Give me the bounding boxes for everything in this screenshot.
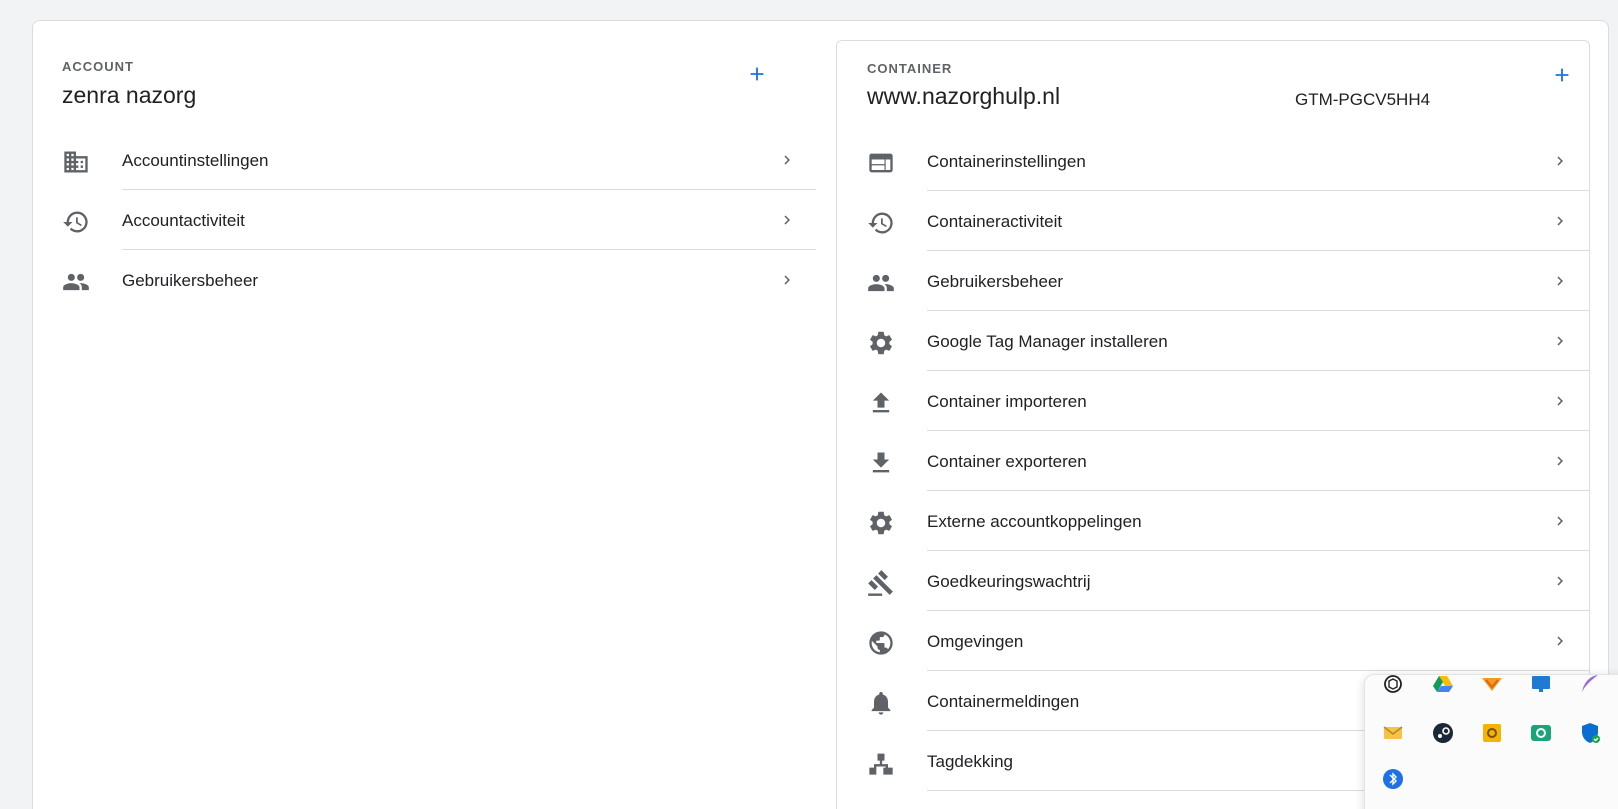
chevron-right-icon xyxy=(1551,272,1569,290)
gear-icon xyxy=(867,509,895,537)
menu-item-label: Containeractiviteit xyxy=(927,212,1063,231)
chevron-right-icon xyxy=(778,151,796,169)
history-icon xyxy=(62,208,90,236)
menu-item-label: Gebruikersbeheer xyxy=(122,271,259,290)
sync-icon[interactable] xyxy=(1529,721,1553,745)
menu-item-container-activity[interactable]: Containeractiviteit xyxy=(867,191,1589,251)
menu-item-container-user-management[interactable]: Gebruikersbeheer xyxy=(867,251,1589,311)
people-icon xyxy=(62,268,90,296)
chevron-right-icon xyxy=(1551,392,1569,410)
account-menu: Accountinstellingen Accountactiviteit Ge… xyxy=(62,130,816,310)
menu-item-approval-queue[interactable]: Goedkeuringswachtrij xyxy=(867,551,1589,611)
chevron-right-icon xyxy=(1551,332,1569,350)
chevron-right-icon xyxy=(1551,452,1569,470)
container-section-label: CONTAINER xyxy=(867,61,953,76)
winamp-icon[interactable] xyxy=(1480,672,1504,696)
menu-item-account-user-management[interactable]: Gebruikersbeheer xyxy=(62,250,816,310)
defender-shield-icon[interactable] xyxy=(1578,721,1602,745)
menu-item-environments[interactable]: Omgevingen xyxy=(867,611,1589,671)
chevron-right-icon xyxy=(1551,512,1569,530)
chevron-right-icon xyxy=(1551,632,1569,650)
monitor-icon[interactable] xyxy=(1529,672,1553,696)
chevron-right-icon xyxy=(1551,152,1569,170)
plus-icon xyxy=(1555,68,1569,82)
menu-item-export-container[interactable]: Container exporteren xyxy=(867,431,1589,491)
feather-icon[interactable] xyxy=(1578,672,1602,696)
menu-item-label: Google Tag Manager installeren xyxy=(927,332,1168,351)
menu-item-label: Accountinstellingen xyxy=(122,151,269,170)
menu-item-label: Omgevingen xyxy=(927,632,1024,651)
globe-icon xyxy=(867,629,895,657)
chevron-right-icon xyxy=(1551,212,1569,230)
google-drive-icon[interactable] xyxy=(1431,672,1455,696)
add-container-button[interactable] xyxy=(1547,60,1577,90)
gear-icon xyxy=(867,329,895,357)
bell-icon xyxy=(867,689,895,717)
menu-item-label: Containermeldingen xyxy=(927,692,1080,711)
web-window-icon xyxy=(867,149,895,177)
upload-icon xyxy=(867,389,895,417)
outlook-icon[interactable] xyxy=(1480,721,1504,745)
account-section-label: ACCOUNT xyxy=(62,59,134,74)
menu-item-label: Externe accountkoppelingen xyxy=(927,512,1142,531)
menu-item-external-account-links[interactable]: Externe accountkoppelingen xyxy=(867,491,1589,551)
menu-item-container-settings[interactable]: Containerinstellingen xyxy=(867,131,1589,191)
account-name: zenra nazorg xyxy=(62,82,197,108)
chatgpt-icon[interactable] xyxy=(1381,672,1405,696)
menu-item-label: Tagdekking xyxy=(927,752,1014,771)
menu-item-label: Containerinstellingen xyxy=(927,152,1086,171)
steam-icon[interactable] xyxy=(1431,721,1455,745)
menu-item-label: Goedkeuringswachtrij xyxy=(927,572,1091,591)
container-id: GTM-PGCV5HH4 xyxy=(1295,90,1431,109)
chevron-right-icon xyxy=(1551,572,1569,590)
building-icon xyxy=(62,148,90,176)
bluetooth-icon[interactable] xyxy=(1381,767,1405,791)
gavel-icon xyxy=(867,569,895,597)
menu-item-label: Container importeren xyxy=(927,392,1087,411)
menu-item-account-activity[interactable]: Accountactiviteit xyxy=(62,190,816,250)
history-icon xyxy=(867,209,895,237)
menu-item-install-gtm[interactable]: Google Tag Manager installeren xyxy=(867,311,1589,371)
menu-item-import-container[interactable]: Container importeren xyxy=(867,371,1589,431)
sitemap-icon xyxy=(867,749,895,777)
container-name: www.nazorghulp.nl xyxy=(867,83,1061,109)
add-account-button[interactable] xyxy=(742,59,772,89)
chevron-right-icon xyxy=(778,271,796,289)
menu-item-label: Container exporteren xyxy=(927,452,1087,471)
menu-item-label: Gebruikersbeheer xyxy=(927,272,1064,291)
download-icon xyxy=(867,449,895,477)
system-tray-overflow xyxy=(1364,674,1618,809)
menu-item-account-settings[interactable]: Accountinstellingen xyxy=(62,130,816,190)
people-icon xyxy=(867,269,895,297)
mail-icon[interactable] xyxy=(1381,721,1405,745)
chevron-right-icon xyxy=(778,211,796,229)
menu-item-label: Accountactiviteit xyxy=(122,211,245,230)
plus-icon xyxy=(750,67,764,81)
